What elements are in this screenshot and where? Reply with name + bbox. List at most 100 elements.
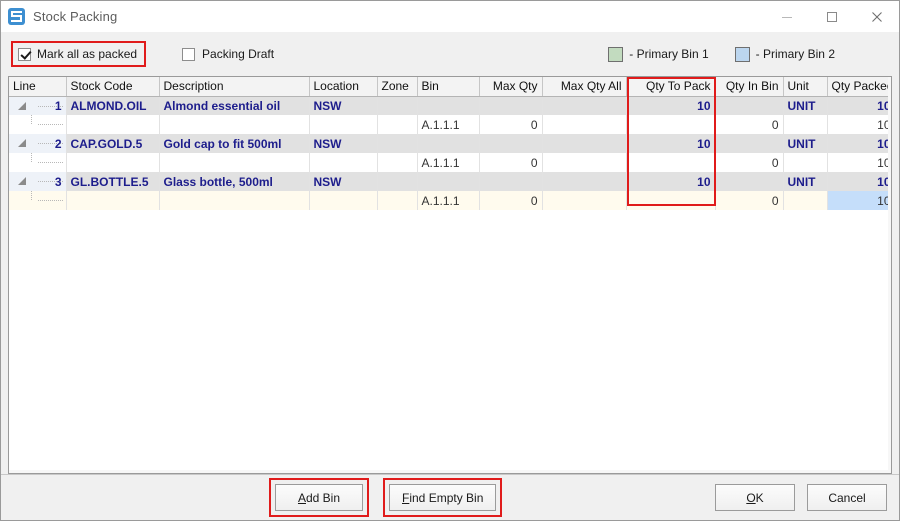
cell-max_qty[interactable]: 0 (479, 153, 543, 172)
cell-line[interactable] (9, 115, 67, 134)
cell-max_qty[interactable]: 0 (479, 191, 543, 210)
cell-qty_in_bin[interactable]: 0 (715, 115, 784, 134)
cell-zone[interactable] (377, 96, 418, 115)
cell-qty_packed[interactable]: 10 (827, 172, 891, 191)
cell-location[interactable]: NSW (309, 134, 378, 153)
cell-qty_in_bin[interactable]: 0 (715, 191, 784, 210)
cell-bin[interactable]: A.1.1.1 (417, 153, 480, 172)
cell-qty_packed[interactable]: 10 (827, 96, 891, 115)
cell-max_qty_all[interactable] (542, 115, 627, 134)
cell-max_qty_all[interactable] (542, 191, 627, 210)
cell-location[interactable] (309, 191, 378, 210)
find-empty-bin-button[interactable]: Find Empty Bin (389, 484, 497, 511)
cell-qty_packed[interactable]: 10 (827, 153, 891, 172)
cell-max_qty_all[interactable] (542, 96, 627, 115)
cell-location[interactable]: NSW (309, 96, 378, 115)
cell-qty_to_pack[interactable]: 10 (626, 172, 716, 191)
cell-qty_packed[interactable]: 10 (827, 115, 891, 134)
cell-location[interactable]: NSW (309, 172, 378, 191)
cell-line[interactable] (9, 153, 67, 172)
ok-button[interactable]: OK (715, 484, 795, 511)
cell-description[interactable]: Almond essential oil (159, 96, 310, 115)
cell-unit[interactable] (783, 191, 828, 210)
grid-header-unit[interactable]: Unit (783, 77, 828, 97)
cell-line[interactable] (9, 191, 67, 210)
row-expander-icon[interactable] (18, 177, 27, 186)
cell-max_qty_all[interactable] (542, 153, 627, 172)
cell-description[interactable] (159, 115, 310, 134)
grid-header-zone[interactable]: Zone (377, 77, 418, 97)
cell-qty_to_pack[interactable] (626, 115, 716, 134)
cell-stock_code[interactable]: ALMOND.OIL (66, 96, 160, 115)
cell-qty_to_pack[interactable]: 10 (626, 96, 716, 115)
cell-qty_to_pack[interactable]: 10 (626, 134, 716, 153)
cell-qty_to_pack[interactable] (626, 153, 716, 172)
grid-header-qty_to_pack[interactable]: Qty To Pack (626, 77, 716, 97)
cell-unit[interactable]: UNIT (783, 134, 828, 153)
cell-bin[interactable] (417, 172, 480, 191)
cell-zone[interactable] (377, 172, 418, 191)
cell-location[interactable] (309, 153, 378, 172)
cell-max_qty[interactable] (479, 172, 543, 191)
cell-description[interactable] (159, 153, 310, 172)
cell-description[interactable]: Glass bottle, 500ml (159, 172, 310, 191)
cell-qty_packed[interactable]: 10 (827, 191, 891, 210)
table-row[interactable]: 1 ALMOND.OIL Almond essential oil NSW 10 UNIT… (9, 96, 891, 115)
cell-qty_in_bin[interactable] (715, 172, 784, 191)
cell-max_qty_all[interactable] (542, 134, 627, 153)
table-row[interactable]: 3 GL.BOTTLE.5 Glass bottle, 500ml NSW 10 UNIT… (9, 172, 891, 191)
row-expander-icon[interactable] (18, 139, 27, 148)
cell-line[interactable]: 1 (9, 96, 67, 115)
grid-header-max_qty[interactable]: Max Qty (479, 77, 543, 97)
cell-max_qty[interactable] (479, 134, 543, 153)
grid-header-bin[interactable]: Bin (417, 77, 480, 97)
grid-header-stock_code[interactable]: Stock Code (66, 77, 160, 97)
grid-vertical-scrollbar[interactable] (888, 77, 891, 473)
cell-zone[interactable] (377, 134, 418, 153)
cell-unit[interactable] (783, 153, 828, 172)
grid-header-qty_packed[interactable]: Qty Packed (827, 77, 891, 97)
maximize-icon[interactable] (809, 1, 854, 32)
cell-zone[interactable] (377, 115, 418, 134)
cell-stock_code[interactable] (66, 191, 160, 210)
cell-max_qty[interactable]: 0 (479, 115, 543, 134)
cell-location[interactable] (309, 115, 378, 134)
cancel-button[interactable]: Cancel (807, 484, 887, 511)
cell-description[interactable] (159, 191, 310, 210)
cell-line[interactable]: 2 (9, 134, 67, 153)
table-row[interactable]: A.1.1.1 0 0 10 (9, 115, 891, 134)
close-icon[interactable] (854, 1, 899, 32)
grid-header-location[interactable]: Location (309, 77, 378, 97)
cell-unit[interactable]: UNIT (783, 96, 828, 115)
cell-bin[interactable] (417, 96, 480, 115)
cell-line[interactable]: 3 (9, 172, 67, 191)
mark-all-as-packed-checkbox[interactable] (18, 47, 31, 61)
cell-qty_packed[interactable]: 10 (827, 134, 891, 153)
cell-stock_code[interactable]: GL.BOTTLE.5 (66, 172, 160, 191)
cell-bin[interactable]: A.1.1.1 (417, 115, 480, 134)
cell-stock_code[interactable] (66, 153, 160, 172)
cell-max_qty[interactable] (479, 96, 543, 115)
grid-header-description[interactable]: Description (159, 77, 310, 97)
cell-zone[interactable] (377, 191, 418, 210)
grid-horizontal-scrollbar[interactable] (9, 470, 891, 473)
cell-max_qty_all[interactable] (542, 172, 627, 191)
row-expander-icon[interactable] (18, 101, 27, 111)
cell-qty_in_bin[interactable] (715, 134, 784, 153)
table-row[interactable]: A.1.1.1 0 0 10 (9, 191, 891, 210)
add-bin-button[interactable]: Add Bin (275, 484, 363, 511)
cell-bin[interactable] (417, 134, 480, 153)
cell-description[interactable]: Gold cap to fit 500ml (159, 134, 310, 153)
cell-qty_in_bin[interactable] (715, 96, 784, 115)
minimize-icon[interactable] (764, 1, 809, 32)
grid-header-line[interactable]: Line (9, 77, 67, 97)
cell-qty_in_bin[interactable]: 0 (715, 153, 784, 172)
cell-zone[interactable] (377, 153, 418, 172)
stock-packing-grid[interactable]: Line Stock Code Description Location Zone Bin… (8, 76, 892, 474)
table-row[interactable]: A.1.1.1 0 0 10 (9, 153, 891, 172)
cell-stock_code[interactable] (66, 115, 160, 134)
cell-unit[interactable]: UNIT (783, 172, 828, 191)
packing-draft-checkbox[interactable] (182, 47, 196, 61)
cell-bin[interactable]: A.1.1.1 (417, 191, 480, 210)
cell-qty_to_pack[interactable] (626, 191, 716, 210)
